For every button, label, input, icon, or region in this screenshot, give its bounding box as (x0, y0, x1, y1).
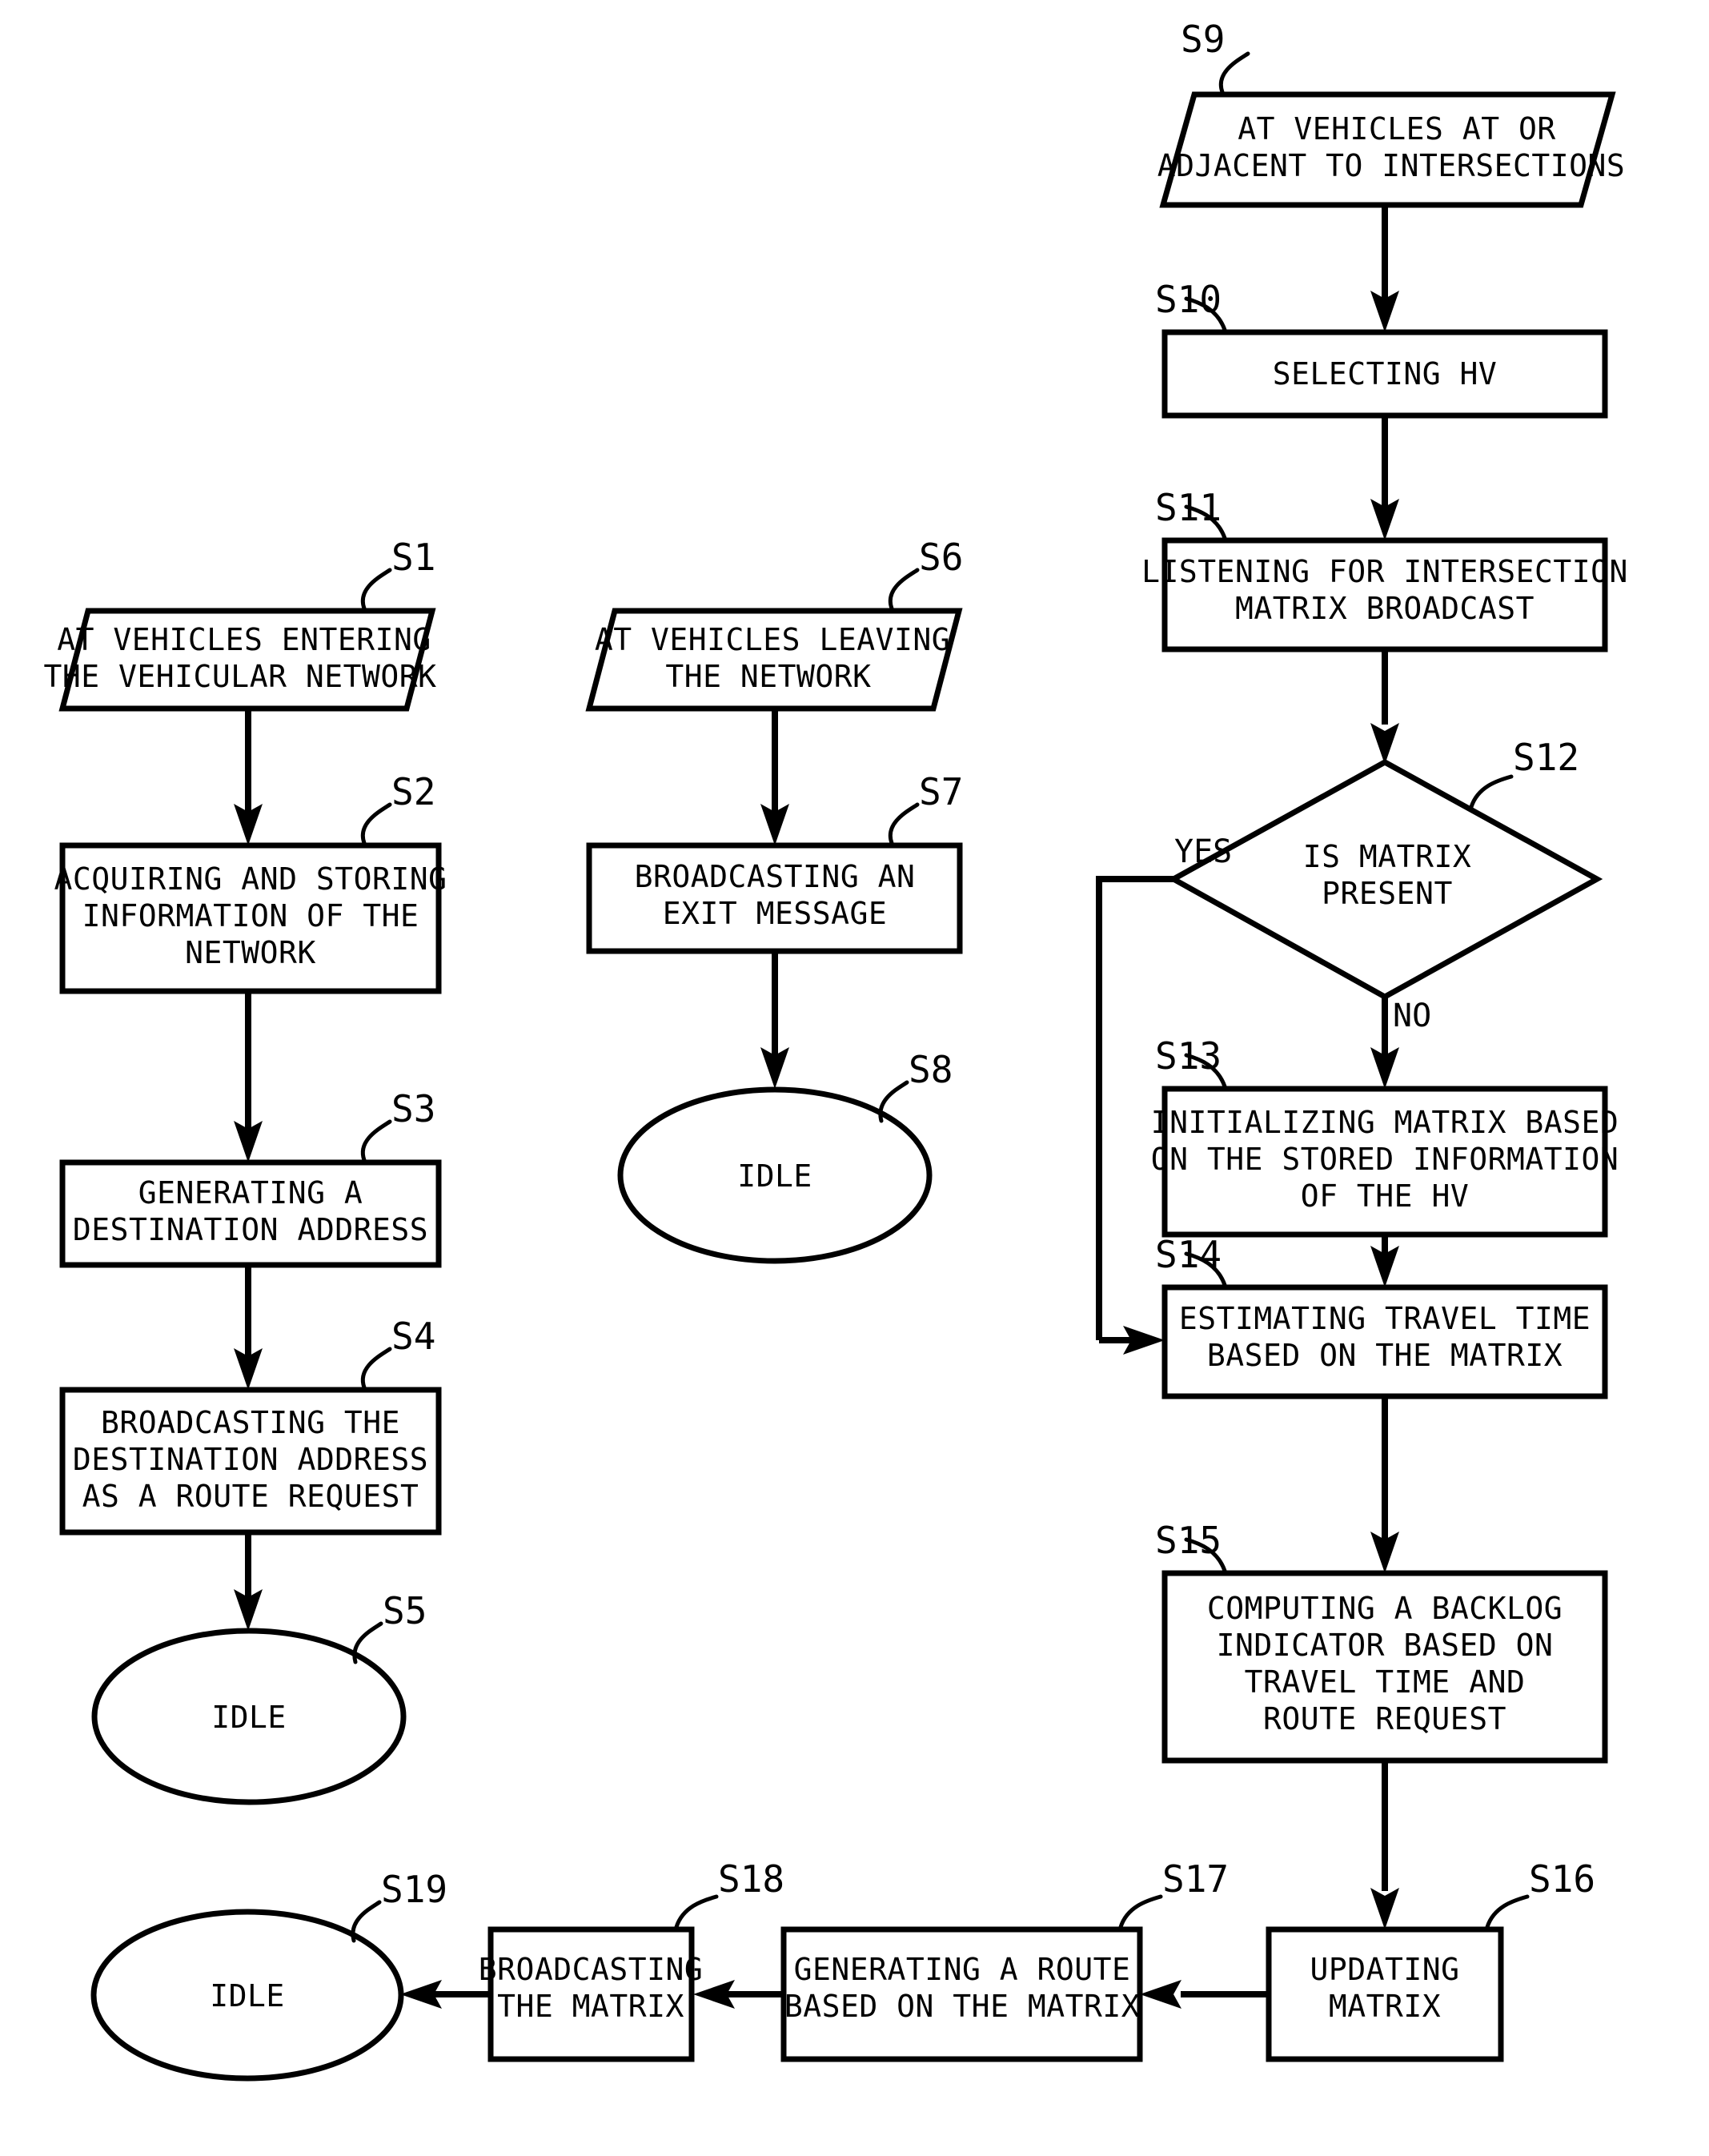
s12-step-label: S12 (1513, 736, 1579, 779)
edge-s4-s5 (234, 1532, 263, 1631)
s15-step-label: S15 (1155, 1519, 1222, 1562)
s5-line-0: IDLE (211, 1700, 287, 1735)
node-s6: AT VEHICLES LEAVING THE NETWORK S6 (585, 536, 963, 712)
s10-line-0: SELECTING HV (1273, 356, 1498, 391)
edge-s14-s15 (1370, 1396, 1399, 1573)
s4-line-2: AS A ROUTE REQUEST (82, 1479, 419, 1514)
s4-leader (360, 1347, 392, 1390)
flowchart-canvas: AT VEHICLES ENTERING THE VEHICULAR NETWO… (44, 18, 1628, 2082)
s13-line-1: ON THE STORED INFORMATION (1151, 1142, 1619, 1177)
s6-leader (888, 568, 920, 611)
s18-step-label: S18 (718, 1857, 784, 1901)
node-s12: IS MATRIX PRESENT S12 (1167, 736, 1603, 1001)
s3-line-0: GENERATING A (138, 1175, 363, 1210)
edge-s3-s4 (234, 1265, 263, 1390)
edge-s15-s16 (1370, 1761, 1399, 1929)
s11-step-label: S11 (1155, 486, 1222, 529)
no-branch-label: NO (1393, 998, 1431, 1034)
node-s9: AT VEHICLES AT OR ADJACENT TO INTERSECTI… (1157, 18, 1625, 208)
node-s18: BROADCASTING THE MATRIX S18 (479, 1857, 784, 2062)
s8-line-0: IDLE (737, 1158, 812, 1194)
node-s5: IDLE S5 (91, 1589, 427, 1805)
node-s17: GENERATING A ROUTE BASED ON THE MATRIX S… (780, 1857, 1229, 2062)
s13-line-2: OF THE HV (1301, 1178, 1469, 1214)
s18-line-0: BROADCASTING (479, 1952, 704, 1987)
edge-s11-s12 (1370, 649, 1399, 765)
s15-line-1: INDICATOR BASED ON (1217, 1628, 1554, 1663)
s14-line-0: ESTIMATING TRAVEL TIME (1179, 1301, 1591, 1336)
yes-branch-label: YES (1174, 833, 1232, 870)
s7-leader (888, 802, 920, 845)
s2-line-0: ACQUIRING AND STORING (54, 861, 447, 897)
node-s8: IDLE S8 (617, 1048, 953, 1264)
edge-s2-s3 (234, 991, 263, 1162)
s9-step-label: S9 (1181, 18, 1225, 61)
s16-line-1: MATRIX (1329, 1989, 1441, 2024)
s15-line-3: ROUTE REQUEST (1263, 1701, 1506, 1736)
node-s1: AT VEHICLES ENTERING THE VEHICULAR NETWO… (44, 536, 437, 712)
s10-step-label: S10 (1155, 278, 1222, 321)
s14-line-1: BASED ON THE MATRIX (1207, 1338, 1563, 1373)
s16-step-label: S16 (1529, 1857, 1595, 1901)
s1-line-1: THE VEHICULAR NETWORK (44, 659, 437, 694)
s3-leader (360, 1119, 392, 1162)
s1-step-label: S1 (391, 536, 435, 579)
s9-line-0: AT VEHICLES AT OR (1238, 111, 1555, 147)
s3-step-label: S3 (391, 1087, 435, 1130)
s4-step-label: S4 (391, 1315, 435, 1358)
s7-line-0: BROADCASTING AN (635, 859, 916, 894)
s6-step-label: S6 (919, 536, 963, 579)
s7-step-label: S7 (919, 770, 963, 813)
s1-leader (360, 568, 392, 611)
s15-line-0: COMPUTING A BACKLOG (1207, 1591, 1563, 1626)
s2-step-label: S2 (391, 770, 435, 813)
edge-s16-s17 (1140, 1980, 1269, 2009)
s2-line-1: INFORMATION OF THE (82, 898, 419, 933)
s9-line-1: ADJACENT TO INTERSECTIONS (1157, 148, 1625, 183)
flowchart-page: AT VEHICLES ENTERING THE VEHICULAR NETWO… (0, 0, 1709, 2156)
s1-line-0: AT VEHICLES ENTERING (57, 622, 431, 657)
s6-line-1: THE NETWORK (665, 659, 871, 694)
s19-line-0: IDLE (210, 1978, 285, 2013)
node-s16: UPDATING MATRIX S16 (1266, 1857, 1595, 2062)
s5-step-label: S5 (383, 1589, 427, 1632)
s17-line-0: GENERATING A ROUTE (794, 1952, 1131, 1987)
s7-line-1: EXIT MESSAGE (663, 896, 888, 931)
s11-line-1: MATRIX BROADCAST (1235, 591, 1534, 626)
s8-step-label: S8 (909, 1048, 953, 1091)
s13-step-label: S13 (1155, 1034, 1222, 1078)
edge-s18-s19 (400, 1980, 491, 2009)
edge-s7-s8 (760, 951, 789, 1089)
s19-step-label: S19 (381, 1868, 447, 1911)
s2-leader (360, 802, 392, 845)
s18-line-1: THE MATRIX (497, 1989, 684, 2024)
s12-leader (1469, 774, 1514, 809)
edge-s12-no-s13: NO (1370, 997, 1431, 1089)
s2-line-2: NETWORK (185, 935, 316, 970)
s17-step-label: S17 (1162, 1857, 1229, 1901)
edge-s6-s7 (760, 709, 789, 845)
edge-s1-s2 (234, 709, 263, 845)
s16-line-0: UPDATING (1310, 1952, 1459, 1987)
s12-line-0: IS MATRIX (1303, 839, 1471, 874)
s6-line-0: AT VEHICLES LEAVING (595, 622, 950, 657)
s3-line-1: DESTINATION ADDRESS (73, 1212, 428, 1247)
s12-line-1: PRESENT (1322, 876, 1453, 911)
s13-line-0: INITIALIZING MATRIX BASED (1151, 1105, 1619, 1140)
edge-s9-s10 (1370, 205, 1399, 332)
s11-line-0: LISTENING FOR INTERSECTION (1141, 554, 1628, 589)
s17-leader (1118, 1894, 1163, 1929)
node-s19: IDLE S19 (90, 1868, 447, 2082)
s4-line-1: DESTINATION ADDRESS (73, 1442, 428, 1477)
s16-leader (1485, 1894, 1530, 1929)
s15-line-2: TRAVEL TIME AND (1245, 1664, 1526, 1700)
s14-step-label: S14 (1155, 1233, 1222, 1276)
s18-leader (674, 1894, 719, 1929)
s4-line-0: BROADCASTING THE (101, 1405, 400, 1440)
edge-s17-s18 (693, 1980, 784, 2009)
edge-s10-s11 (1370, 416, 1399, 540)
s17-line-1: BASED ON THE MATRIX (784, 1989, 1140, 2024)
edge-s13-s14 (1370, 1235, 1399, 1287)
